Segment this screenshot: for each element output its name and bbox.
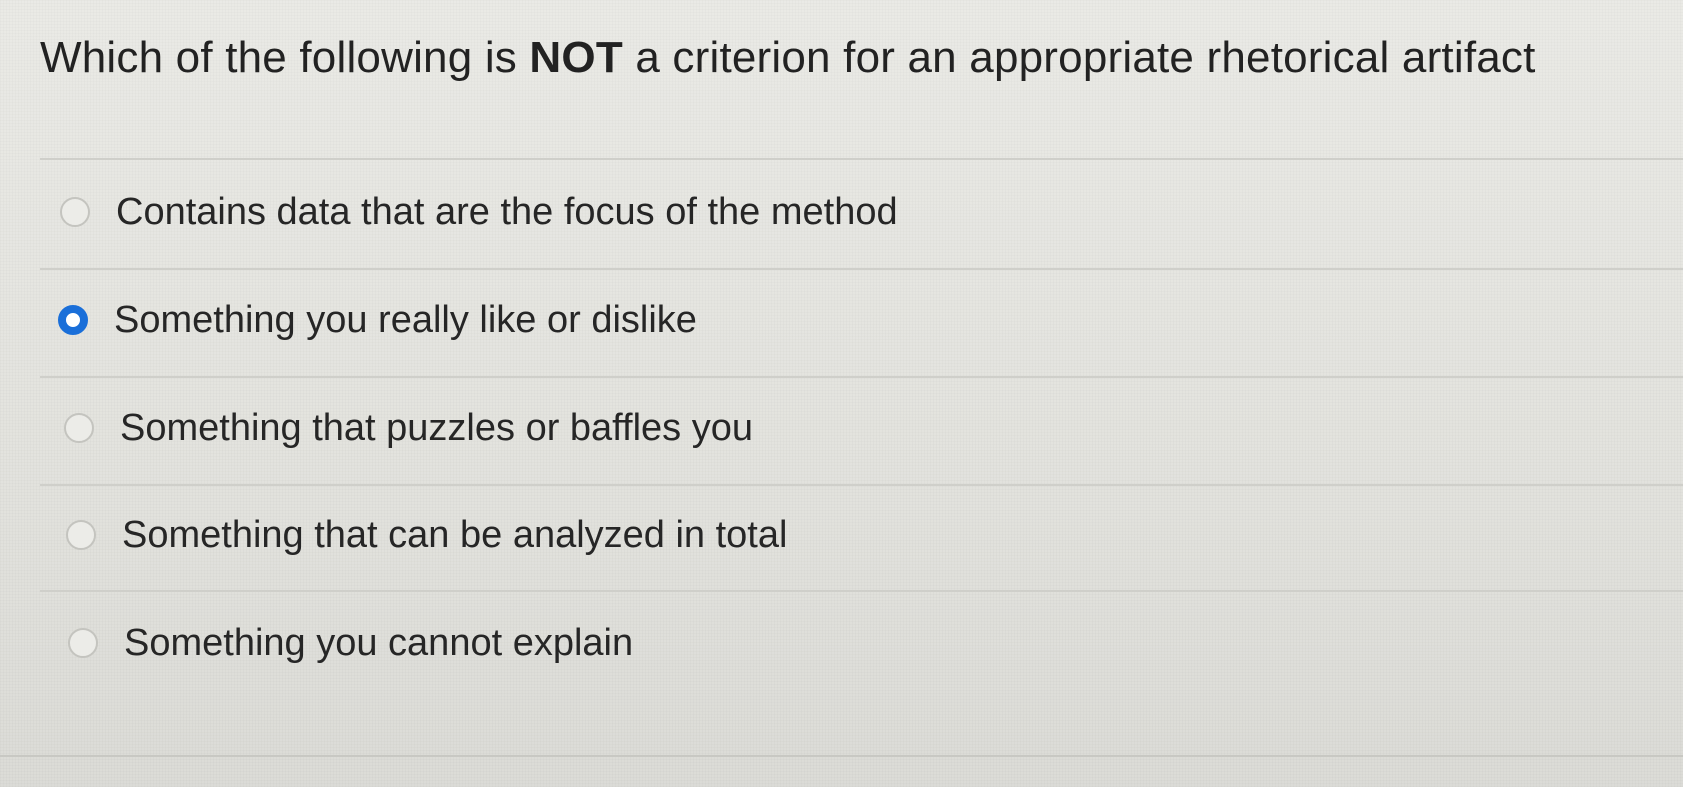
radio-button-4[interactable] <box>66 520 96 550</box>
radio-button-5[interactable] <box>68 628 98 658</box>
answer-option-2[interactable]: Something you really like or dislike <box>58 290 697 350</box>
radio-button-3[interactable] <box>64 413 94 443</box>
divider <box>40 158 1683 160</box>
answer-label-2: Something you really like or dislike <box>114 298 697 341</box>
answer-option-5[interactable]: Something you cannot explain <box>68 613 633 673</box>
answer-option-1[interactable]: Contains data that are the focus of the … <box>60 182 898 242</box>
divider <box>40 484 1683 486</box>
answer-label-5: Something you cannot explain <box>124 621 634 664</box>
question-text: Which of the following is NOT a criterio… <box>40 28 1536 88</box>
radio-button-2-selected[interactable] <box>58 305 88 335</box>
question-emphasis: NOT <box>529 33 623 82</box>
question-suffix: a criterion for an appropriate rhetorica… <box>622 33 1536 82</box>
answer-label-4: Something that can be analyzed in total <box>122 513 788 556</box>
divider <box>40 268 1683 270</box>
quiz-screen: Which of the following is NOT a criterio… <box>0 0 1683 787</box>
answer-label-3: Something that puzzles or baffles you <box>120 406 754 449</box>
answer-option-3[interactable]: Something that puzzles or baffles you <box>64 398 753 458</box>
divider <box>0 755 1683 757</box>
radio-button-1[interactable] <box>60 197 90 227</box>
divider <box>40 590 1683 592</box>
answer-label-1: Contains data that are the focus of the … <box>116 190 898 233</box>
divider <box>40 376 1683 378</box>
question-prefix: Which of the following is <box>40 33 530 82</box>
answer-option-4[interactable]: Something that can be analyzed in total <box>66 505 787 565</box>
